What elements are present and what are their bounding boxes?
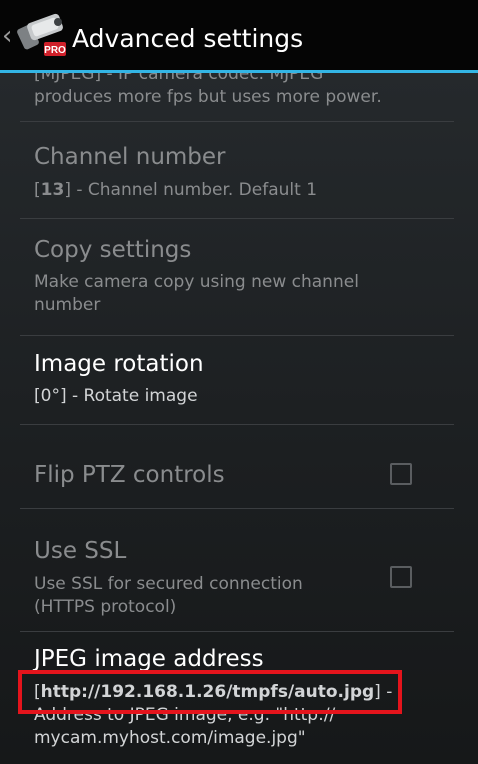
copy-settings-summary-line1: Make camera copy using new channel [34,272,359,292]
codec-summary: [MJPEG] - IP camera codec. MJPEG produce… [34,73,394,109]
use-ssl-checkbox[interactable] [390,566,412,588]
image-rotation-summary: [0°] - Rotate image [34,386,198,406]
codec-summary-line2: produces more fps but uses more power. [34,87,382,107]
pref-copy-settings[interactable]: Copy settings Make camera copy using new… [20,219,454,336]
pref-codec: [MJPEG] - IP camera codec. MJPEG produce… [20,73,454,122]
flip-ptz-checkbox[interactable] [390,463,412,485]
pref-channel-number[interactable]: Channel number [13] - Channel number. De… [20,122,454,219]
action-bar: ‹ PRO Advanced settings [0,0,478,73]
highlight-box [18,670,402,714]
channel-number-title: Channel number [34,144,226,170]
channel-number-value: 13 [40,180,65,200]
use-ssl-title: Use SSL [34,538,127,564]
copy-settings-summary-line2: number [34,295,101,315]
copy-settings-summary: Make camera copy using new channel numbe… [34,271,394,317]
use-ssl-summary-line2: (HTTPS protocol) [34,597,177,617]
svg-text:PRO: PRO [44,45,66,56]
preferences-list: [MJPEG] - IP camera codec. MJPEG produce… [0,73,478,764]
pref-use-ssl[interactable]: Use SSL Use SSL for secured connection (… [20,509,454,632]
pro-badge: PRO [44,45,66,56]
image-rotation-title: Image rotation [34,351,204,377]
copy-settings-title: Copy settings [34,237,192,263]
page-title: Advanced settings [72,24,304,53]
pref-image-rotation[interactable]: Image rotation [0°] - Rotate image [20,336,454,425]
channel-number-summary: [13] - Channel number. Default 1 [34,180,318,200]
use-ssl-summary-line1: Use SSL for secured connection [34,574,303,594]
pref-flip-ptz[interactable]: Flip PTZ controls [20,425,454,509]
up-navigation-icon[interactable]: ‹ [2,23,12,49]
use-ssl-summary: Use SSL for secured connection (HTTPS pr… [34,573,394,619]
codec-summary-line1: [MJPEG] - IP camera codec. MJPEG [34,73,324,84]
jpeg-address-summary-line3: mycam.myhost.com/image.jpg" [34,728,306,748]
flip-ptz-title: Flip PTZ controls [34,462,225,488]
